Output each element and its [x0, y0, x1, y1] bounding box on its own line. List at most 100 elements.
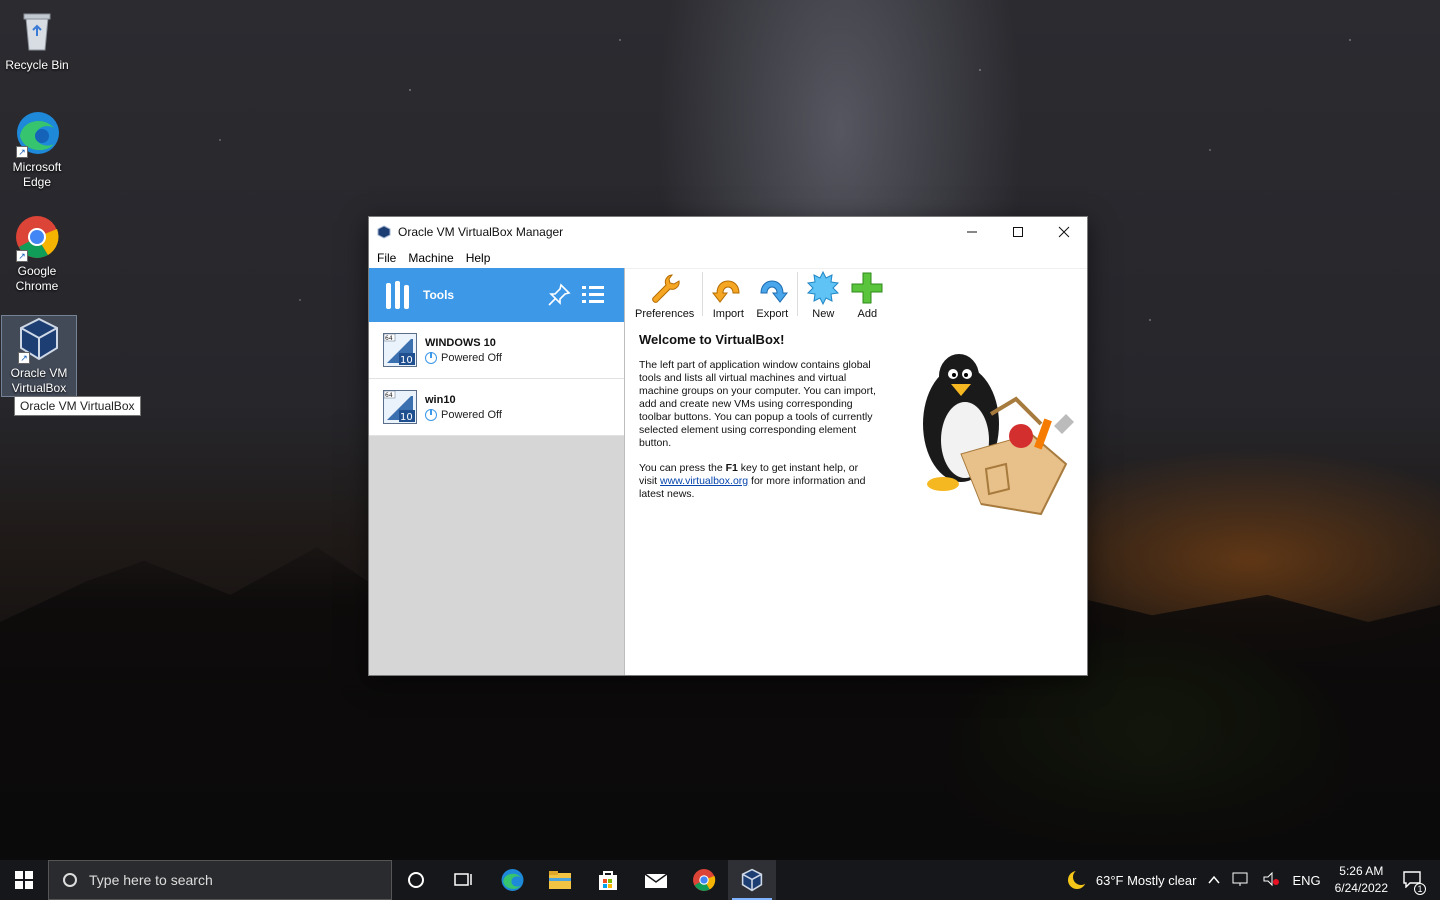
import-label: Import [712, 308, 744, 320]
taskbar-microsoft-store[interactable] [584, 860, 632, 900]
show-hidden-icons-button[interactable] [1202, 873, 1226, 888]
windows-10-os-icon: 64 10 [383, 390, 417, 424]
minimize-button[interactable] [949, 217, 995, 247]
machine-list-pane: Tools 64 10 WINDOWS 10 Powered Off 64 10… [369, 268, 625, 675]
network-icon [1232, 872, 1248, 886]
virtualbox-website-link[interactable]: www.virtualbox.org [660, 475, 748, 487]
pin-icon[interactable] [546, 282, 572, 308]
taskbar-mail[interactable] [632, 860, 680, 900]
import-icon [712, 280, 740, 303]
toolbar-separator [702, 272, 704, 316]
volume-muted-icon [1263, 871, 1280, 886]
notification-count-badge: 1 [1414, 882, 1426, 895]
list-menu-icon[interactable] [580, 282, 606, 308]
desktop-icon-microsoft-edge[interactable]: ↗ Microsoft Edge [0, 110, 74, 190]
welcome-paragraph-2: You can press the F1 key to get instant … [639, 462, 866, 500]
maximize-button[interactable] [995, 217, 1041, 247]
taskbar-search-box[interactable]: Type here to search [48, 860, 392, 900]
clock-date: 6/24/2022 [1334, 881, 1388, 895]
network-button[interactable] [1226, 871, 1256, 890]
shortcut-arrow-icon: ↗ [16, 146, 28, 158]
preferences-button[interactable]: Preferences [630, 271, 699, 320]
f1-key: F1 [725, 462, 738, 474]
recycle-bin-icon [14, 8, 60, 54]
shortcut-arrow-icon: ↗ [16, 250, 28, 262]
clock[interactable]: 5:26 AM 6/24/2022 [1327, 863, 1396, 897]
add-button[interactable]: Add [845, 271, 889, 320]
input-language[interactable]: ENG [1286, 873, 1326, 888]
export-icon [760, 280, 789, 303]
import-button[interactable]: Import [706, 271, 750, 320]
tools-item[interactable]: Tools [369, 268, 624, 322]
close-icon [1058, 226, 1070, 238]
task-view-icon [454, 873, 472, 886]
virtualbox-icon [741, 868, 763, 892]
desktop-icon-recycle-bin[interactable]: Recycle Bin [0, 8, 74, 73]
desktop-icon-google-chrome[interactable]: ↗ Google Chrome [0, 214, 74, 294]
global-toolbar: Preferences Import Export New Add [626, 268, 1087, 324]
chrome-icon [693, 869, 716, 891]
store-bag-icon [599, 871, 617, 890]
details-pane: Preferences Import Export New Add Welcom… [626, 268, 1087, 675]
cortana-circle-icon [408, 872, 424, 888]
tools-label: Tools [423, 288, 455, 302]
virtualbox-manager-window[interactable]: Oracle VM VirtualBox Manager File Machin… [368, 216, 1088, 676]
vm-list-item-windows-10[interactable]: 64 10 WINDOWS 10 Powered Off [369, 322, 624, 379]
new-button[interactable]: New [801, 271, 845, 320]
window-title: Oracle VM VirtualBox Manager [398, 225, 564, 239]
menu-help[interactable]: Help [460, 251, 497, 265]
vm-state-label: Powered Off [441, 351, 502, 364]
tools-icon [386, 281, 409, 309]
export-button[interactable]: Export [750, 271, 794, 320]
notification-center-button[interactable]: 1 [1396, 870, 1428, 895]
chrome-icon: ↗ [14, 214, 60, 262]
power-off-icon [425, 408, 437, 421]
edge-icon [501, 869, 524, 891]
welcome-paragraph-1: The left part of application window cont… [639, 359, 876, 449]
task-view-button[interactable] [440, 860, 488, 900]
taskbar: Type here to search 63°F Mostly clear EN… [0, 860, 1440, 900]
welcome-heading: Welcome to VirtualBox! [639, 332, 785, 347]
desktop-icon-label: Google Chrome [15, 264, 59, 293]
weather-text: 63°F Mostly clear [1095, 872, 1197, 888]
taskbar-file-explorer[interactable] [536, 860, 584, 900]
power-off-icon [425, 351, 437, 364]
system-tray: 63°F Mostly clear ENG 5:26 AM 6/24/2022 … [1060, 860, 1440, 900]
vm-version-badge: 10 [400, 412, 413, 423]
toolbar-separator [797, 272, 799, 316]
mail-icon [644, 873, 668, 888]
windows-10-os-icon: 64 10 [383, 333, 417, 367]
chevron-up-icon [1208, 875, 1221, 883]
vm-name: win10 [425, 393, 456, 406]
search-icon [63, 873, 77, 887]
cortana-button[interactable] [392, 860, 440, 900]
taskbar-chrome[interactable] [680, 860, 728, 900]
minimize-icon [967, 231, 977, 233]
vm-arch-badge: 64 [385, 335, 393, 342]
windows-logo-icon [15, 871, 33, 889]
clock-time: 5:26 AM [1339, 864, 1384, 878]
vm-version-badge: 10 [400, 355, 413, 366]
vm-list-item-win10[interactable]: 64 10 win10 Powered Off [369, 379, 624, 436]
tooltip: Oracle VM VirtualBox [14, 396, 141, 416]
taskbar-virtualbox[interactable] [728, 860, 776, 900]
window-titlebar[interactable]: Oracle VM VirtualBox Manager [369, 217, 1087, 247]
close-button[interactable] [1041, 217, 1087, 247]
add-plus-icon [851, 272, 883, 304]
moon-icon [1067, 869, 1088, 889]
menu-file[interactable]: File [371, 251, 402, 265]
weather-widget[interactable]: 63°F Mostly clear [1060, 869, 1203, 891]
desktop-icon-virtualbox[interactable]: ↗ Oracle VM VirtualBox [1, 315, 77, 397]
menu-machine[interactable]: Machine [402, 251, 459, 265]
maximize-icon [1013, 227, 1023, 237]
penguin-toolbox-illustration [923, 354, 1074, 516]
edge-icon: ↗ [14, 110, 60, 158]
taskbar-edge[interactable] [488, 860, 536, 900]
start-button[interactable] [0, 860, 48, 900]
folder-icon [549, 871, 571, 889]
new-label: New [812, 308, 835, 320]
new-starburst-icon [807, 271, 840, 305]
volume-button[interactable] [1256, 871, 1286, 890]
preferences-label: Preferences [635, 308, 695, 320]
desktop-icon-label: Oracle VM VirtualBox [10, 366, 68, 395]
